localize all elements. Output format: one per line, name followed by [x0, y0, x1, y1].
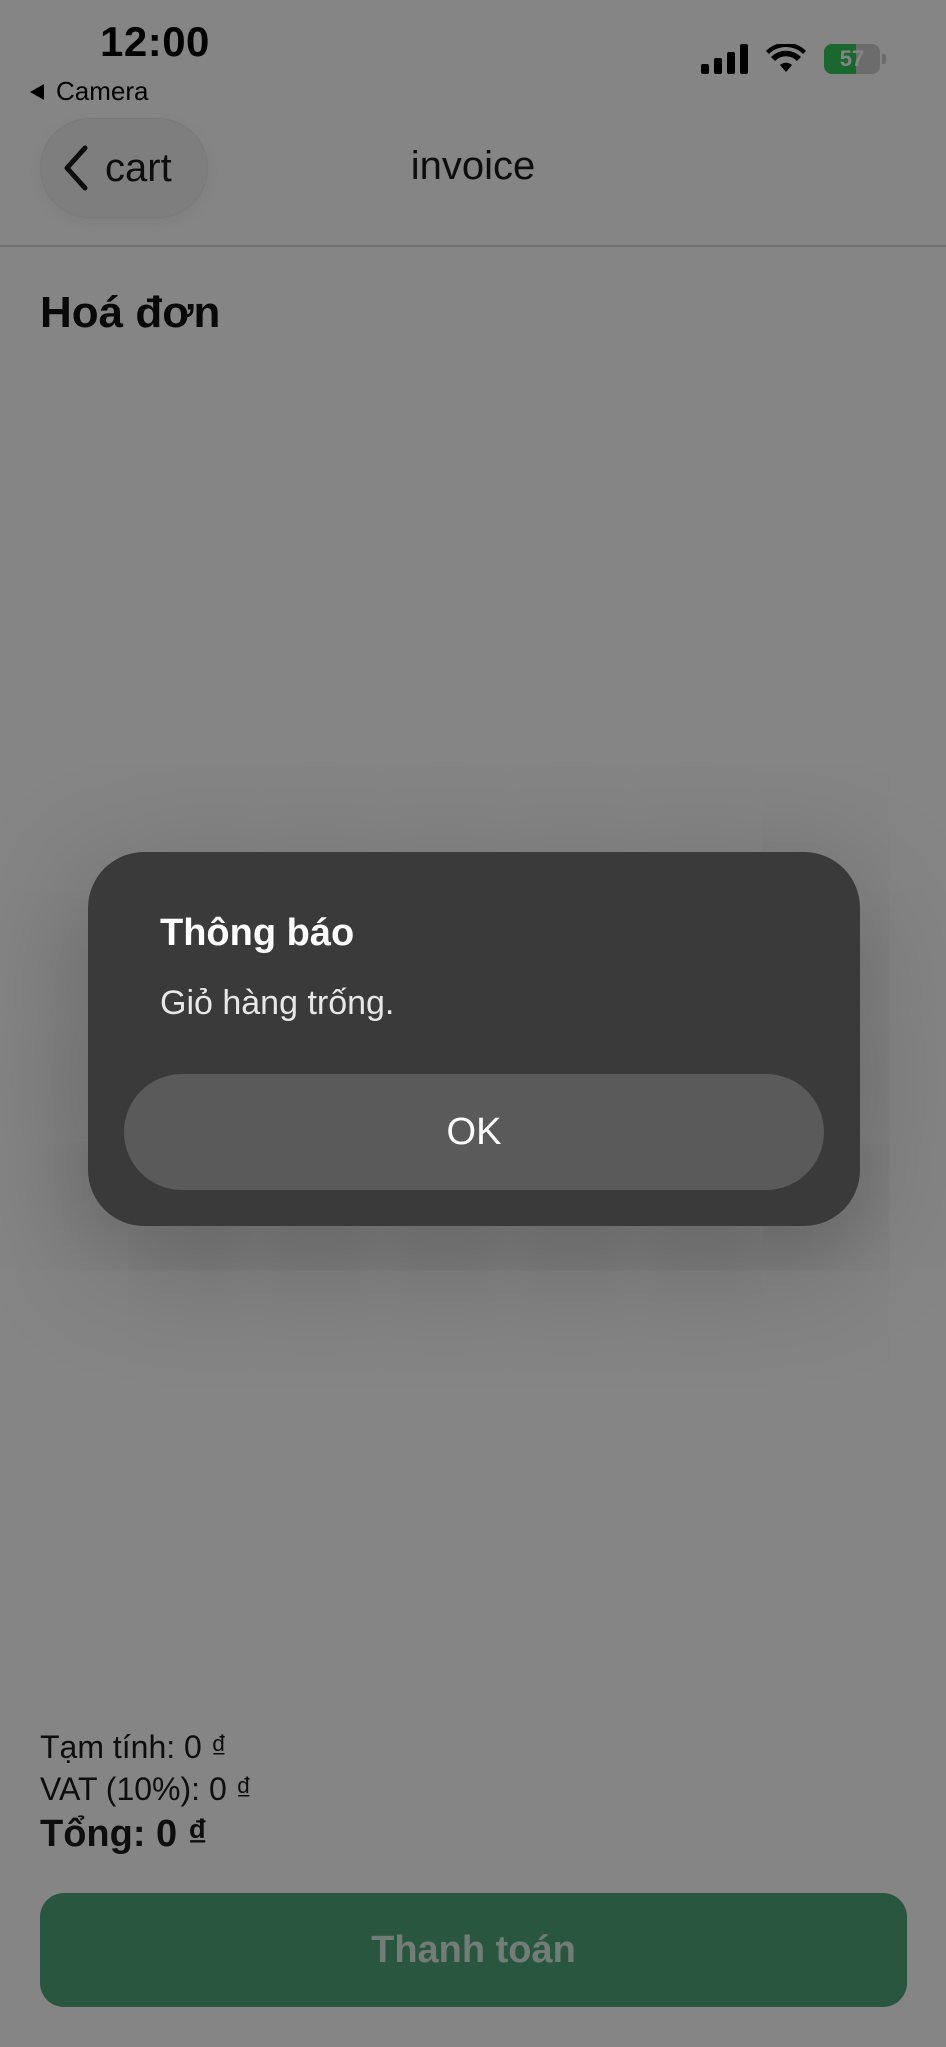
alert-message: Giỏ hàng trống.	[160, 984, 395, 1022]
alert-dialog: Thông báo Giỏ hàng trống. OK	[88, 852, 860, 1226]
alert-ok-button[interactable]: OK	[124, 1074, 824, 1190]
alert-title: Thông báo	[160, 912, 355, 954]
